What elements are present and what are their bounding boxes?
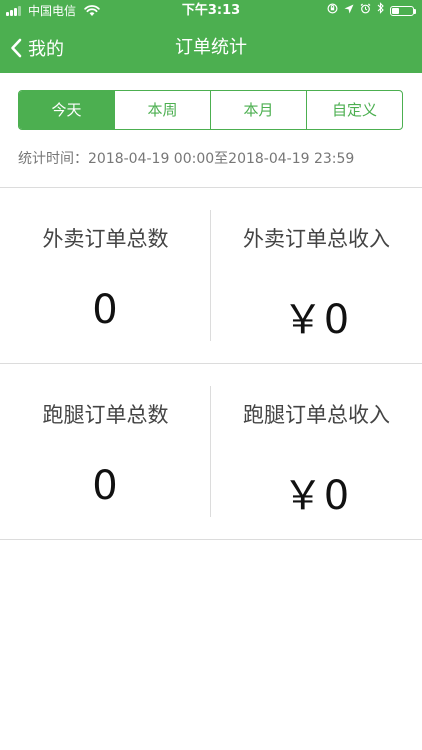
status-right xyxy=(327,0,416,22)
stat-period-text: 统计时间：2018-04-19 00:00至2018-04-19 23:59 xyxy=(18,151,355,167)
stat-value: 0 xyxy=(92,463,119,509)
nav-bar: 我的 订单统计 xyxy=(0,22,422,73)
divider-middle xyxy=(0,363,422,364)
orientation-lock-icon xyxy=(327,0,338,22)
top-bar: 中国电信 下午3:13 我的 订单统计 xyxy=(0,0,422,73)
tab-today[interactable]: 今天 xyxy=(19,91,114,129)
page-title: 订单统计 xyxy=(175,37,247,58)
divider-top xyxy=(0,187,422,188)
period-tabs: 今天 本周 本月 自定义 xyxy=(18,90,403,130)
stat-label: 跑腿订单总数 xyxy=(42,403,169,427)
tab-this-week[interactable]: 本周 xyxy=(114,91,210,129)
stat-value: ￥0 xyxy=(282,473,351,519)
stat-label: 跑腿订单总收入 xyxy=(243,403,390,427)
stat-value: 0 xyxy=(92,287,119,333)
battery-icon xyxy=(390,6,416,16)
bluetooth-icon xyxy=(377,0,384,22)
tab-custom[interactable]: 自定义 xyxy=(306,91,402,129)
divider-bottom xyxy=(0,539,422,540)
status-bar: 中国电信 下午3:13 xyxy=(0,0,422,22)
stat-value: ￥0 xyxy=(282,297,351,343)
alarm-icon xyxy=(360,0,371,22)
location-icon xyxy=(344,0,354,22)
stat-label: 外卖订单总收入 xyxy=(243,227,390,251)
tab-this-month[interactable]: 本月 xyxy=(210,91,306,129)
stat-label: 外卖订单总数 xyxy=(42,227,169,251)
